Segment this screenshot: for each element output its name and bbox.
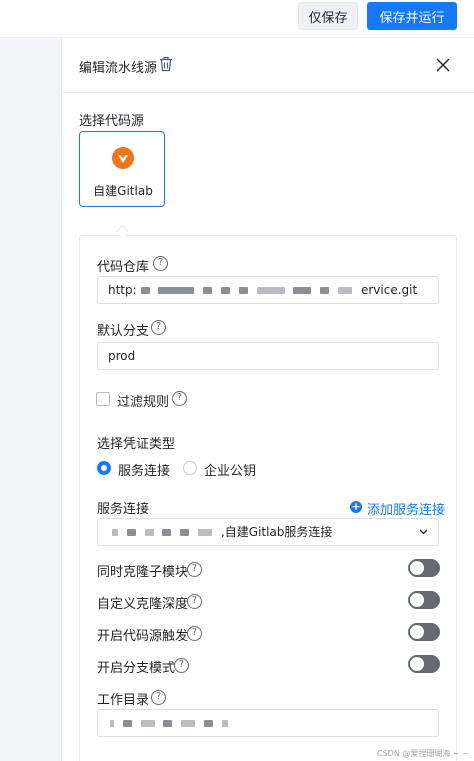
default-branch-value: prod <box>108 349 136 363</box>
help-icon[interactable]: ? <box>187 626 202 641</box>
help-icon[interactable]: ? <box>151 320 166 335</box>
credential-type-label: 选择凭证类型 <box>97 437 176 452</box>
filter-rules-checkbox[interactable] <box>96 392 110 406</box>
save-only-button[interactable]: 仅保存 <box>298 2 358 30</box>
redacted-mask <box>122 720 132 727</box>
gitlab-icon <box>112 147 134 169</box>
help-icon[interactable]: ? <box>187 562 202 577</box>
redacted-mask <box>256 287 285 294</box>
toggle-label-source-trigger: 开启代码源触发 <box>97 629 189 644</box>
toggle-knob <box>410 625 424 639</box>
redacted-mask <box>180 529 190 536</box>
chevron-down-icon[interactable] <box>419 527 428 536</box>
radio-service-connection[interactable] <box>97 461 111 475</box>
filter-rules-label: 过滤规则 <box>117 395 170 410</box>
redacted-mask <box>112 529 118 536</box>
redacted-mask <box>221 287 230 294</box>
add-service-connection-link[interactable]: 添加服务连接 <box>367 499 445 518</box>
top-toolbar: 仅保存 保存并运行 <box>0 0 474 38</box>
edit-source-drawer: 编辑流水线源 选择代码源 自建Gitlab 代码仓库 ? http: ervic… <box>62 39 474 761</box>
redacted-mask <box>181 720 196 727</box>
toggle-knob <box>410 561 424 575</box>
repo-label: 代码仓库 <box>97 260 150 275</box>
help-icon[interactable]: ? <box>172 391 187 406</box>
redacted-mask <box>221 720 228 727</box>
redacted-mask <box>162 529 172 536</box>
work-dir-input[interactable] <box>97 709 439 737</box>
repo-input[interactable]: http: ervice.git <box>97 276 439 304</box>
service-connection-value-suffix: ,自建Gitlab服务连接 <box>220 525 333 539</box>
redacted-mask <box>144 529 154 536</box>
help-icon[interactable]: ? <box>174 658 189 673</box>
redacted-mask <box>163 720 173 727</box>
redacted-mask <box>238 287 248 294</box>
source-card-gitlab[interactable]: 自建Gitlab <box>79 131 165 207</box>
radio-enterprise-key[interactable] <box>183 461 197 475</box>
redacted-mask <box>126 529 136 536</box>
redacted-mask <box>140 720 155 727</box>
help-icon[interactable]: ? <box>187 594 202 609</box>
add-icon[interactable]: + <box>350 501 362 513</box>
trash-icon[interactable] <box>159 56 173 72</box>
toggle-submodules[interactable] <box>408 559 440 577</box>
service-connection-label: 服务连接 <box>97 502 150 517</box>
toggle-knob <box>410 657 424 671</box>
source-section-label: 选择代码源 <box>79 114 145 129</box>
drawer-title: 编辑流水线源 <box>79 61 158 76</box>
toggle-label-branch-mode: 开启分支模式 <box>97 661 176 676</box>
work-dir-label: 工作目录 <box>97 693 150 708</box>
radio-service-connection-label: 服务连接 <box>118 464 171 479</box>
redacted-mask <box>320 287 330 294</box>
redacted-mask <box>158 287 195 294</box>
pipeline-canvas-strip <box>0 38 62 761</box>
redacted-mask <box>198 529 213 536</box>
toggle-branch-mode[interactable] <box>408 655 440 673</box>
source-card-label: 自建Gitlab <box>93 184 153 198</box>
default-branch-input[interactable]: prod <box>97 342 439 370</box>
redacted-mask <box>338 287 353 294</box>
toggle-label-submodules: 同时克隆子模块 <box>97 565 189 580</box>
toggle-label-clone-depth: 自定义克隆深度 <box>97 597 189 612</box>
toggle-knob <box>410 593 424 607</box>
save-and-run-button[interactable]: 保存并运行 <box>367 2 457 30</box>
redacted-mask <box>140 287 150 294</box>
redacted-mask <box>204 720 214 727</box>
toggle-clone-depth[interactable] <box>408 591 440 609</box>
repo-value-suffix: ervice.git <box>360 283 418 297</box>
redacted-mask <box>203 287 213 294</box>
drawer-header: 编辑流水线源 <box>62 39 474 93</box>
redacted-mask <box>293 287 312 294</box>
help-icon[interactable]: ? <box>153 256 168 271</box>
service-connection-select[interactable]: ,自建Gitlab服务连接 <box>97 518 439 546</box>
radio-enterprise-key-label: 企业公钥 <box>204 464 257 479</box>
close-icon[interactable] <box>436 58 450 72</box>
toggle-source-trigger[interactable] <box>408 623 440 641</box>
repo-value-prefix: http: <box>108 283 137 297</box>
default-branch-label: 默认分支 <box>97 324 150 339</box>
help-icon[interactable]: ? <box>151 690 166 705</box>
redacted-mask <box>110 720 114 727</box>
watermark: CSDN @爱捏珊瑚海 ~ ~ <box>377 749 469 758</box>
